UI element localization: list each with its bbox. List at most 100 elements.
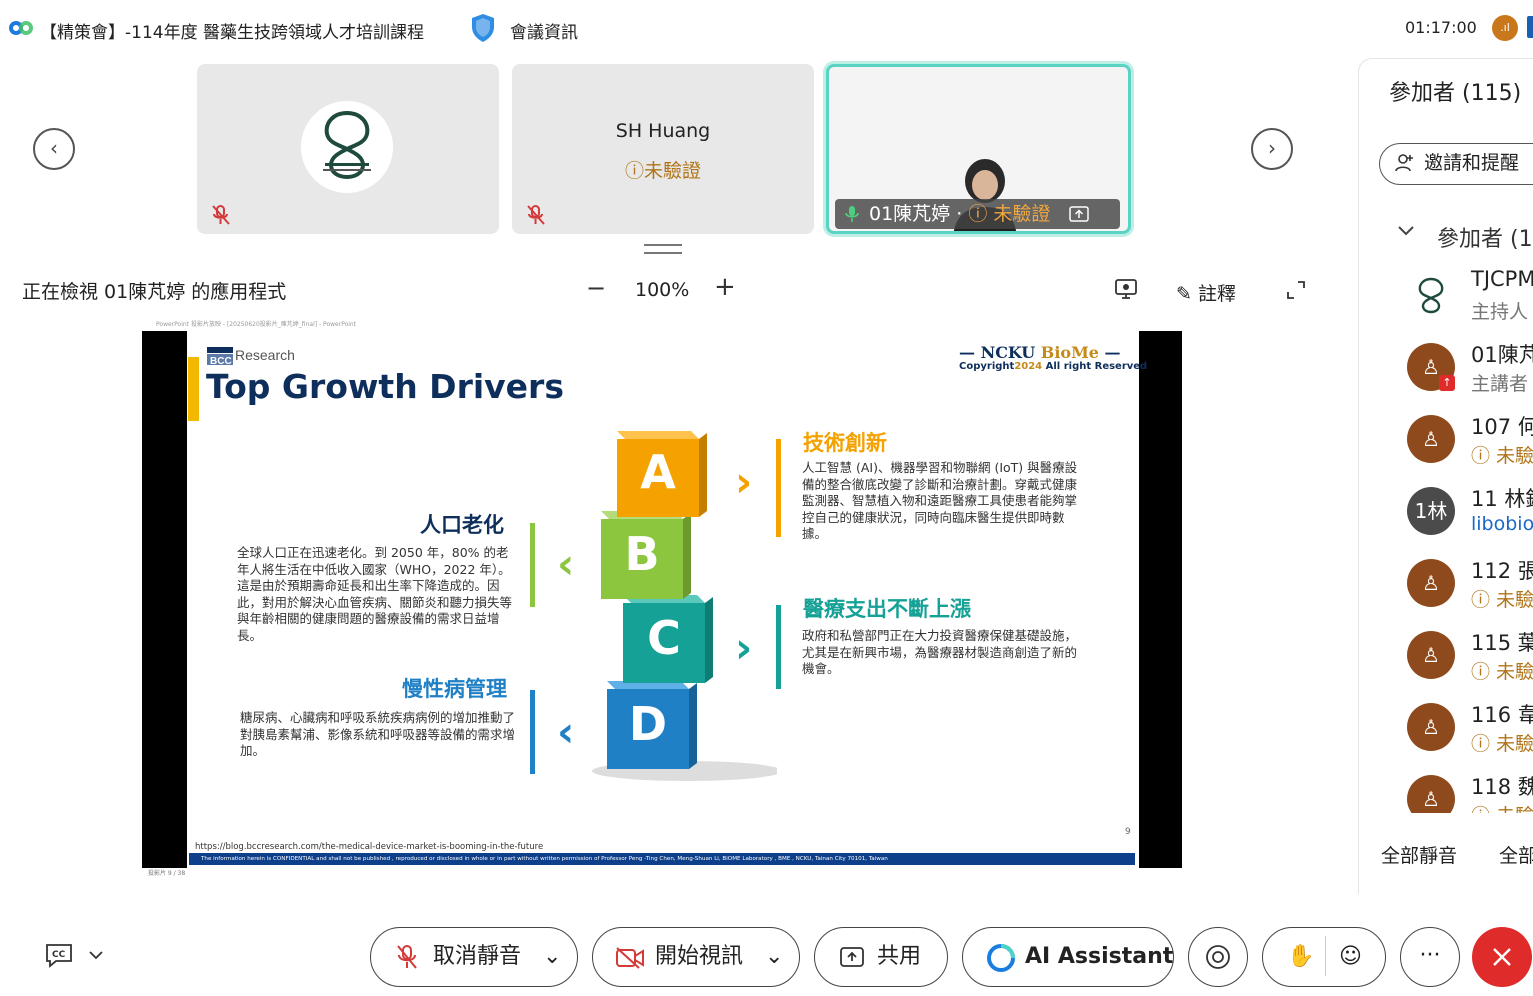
participant-row[interactable]: TJCPM 主持人 [1359,261,1533,331]
chevron-down-icon[interactable]: ⌄ [765,928,783,985]
participant-name: 115 葉 [1471,631,1533,655]
mic-muted-icon [527,205,545,225]
section-bar-c [776,605,781,689]
participant-status: ⓘ 未驗 [1471,733,1533,755]
brand-mark: — NCKU BioMe — [959,343,1121,362]
org-avatar [1407,271,1455,319]
video-tile-host[interactable] [197,64,499,234]
participant-name: 116 韋 [1471,703,1533,727]
annotate-button[interactable]: ✎ 註釋 [1176,279,1236,306]
start-video-button[interactable]: 開始視訊 ⌄ [592,927,800,987]
share-screen-icon [1069,206,1089,222]
section-body-d: 糖尿病、心臟病和呼吸系統疾病病例的增加推動了對胰島素幫浦、影像系統和呼吸器等設備… [240,710,516,758]
unverified-status: ⓘ未驗證 [624,160,702,182]
zoom-out-button[interactable]: − [586,274,606,302]
accent-bar [188,357,199,421]
section-heading-d: 慢性病管理 [402,677,507,701]
section-bar-b [530,523,535,607]
zoom-level[interactable]: 100% [635,279,689,301]
raise-hand-icon[interactable]: ✋ [1287,928,1314,985]
ppt-titlebar: PowerPoint 投影片放映 - [20250620投影片_陳芃婷_fina… [142,319,1182,331]
block-label-a: A [640,445,676,499]
prev-page-button[interactable]: ‹ [33,128,75,170]
network-status-icon[interactable]: .ıl [1492,15,1518,41]
participant-role: 主持人 [1471,301,1529,323]
presenting-icon: ↑ [1439,375,1455,391]
more-options-button[interactable]: ··· [1400,927,1460,987]
participant-row[interactable]: ♙ 118 魏 ⓘ 未驗 [1359,765,1533,813]
fullscreen-icon[interactable] [1286,280,1306,300]
meeting-timer: 01:17:00 [1405,18,1477,37]
share-button[interactable]: 共用 [814,927,948,987]
participant-status: ⓘ 未驗 [1471,589,1533,611]
shared-screen[interactable]: PowerPoint 投影片放映 - [20250620投影片_陳芃婷_fina… [142,319,1182,879]
presentation-slide: BCC Research Top Growth Drivers — NCKU B… [187,331,1147,868]
logo-text: Research [235,347,295,363]
video-off-icon [616,947,644,969]
participant-row[interactable]: ♙ 112 張 ⓘ 未驗 [1359,549,1533,619]
unverified-icon: ⓘ [968,203,988,225]
svg-text:CC: CC [52,950,66,960]
confidential-footer: The information herein is CONFIDENTIAL a… [189,853,1135,865]
invite-remind-button[interactable]: 邀請和提醒 [1379,143,1533,185]
participant-row[interactable]: 1林 11 林銘 libobio [1359,477,1533,547]
reaction-icon[interactable]: ☺ [1339,928,1362,985]
meeting-title: 【精策會】-114年度 醫藥生技跨領域人才培訓課程 [40,23,424,43]
source-url: https://blog.bccresearch.com/the-medical… [195,842,544,852]
section-bar-a [776,439,781,537]
participant-name: 118 魏 [1471,775,1533,799]
shield-icon[interactable] [470,13,496,43]
chevron-down-icon[interactable] [1397,225,1415,237]
window-edge-icon [1527,16,1533,38]
share-icon [840,947,864,967]
webex-logo-icon [9,21,33,35]
org-logo-icon [301,101,393,193]
meeting-info-link[interactable]: 會議資訊 [510,18,578,43]
unmute-all-button[interactable]: 全部 [1499,841,1533,868]
svg-text:BCC: BCC [210,356,232,367]
resize-handle[interactable] [644,244,682,254]
participant-row[interactable]: ♙ 116 韋 ⓘ 未驗 [1359,693,1533,763]
viewing-status: 正在檢視 01陳芃婷 的應用程式 [22,281,287,303]
participant-status: ⓘ 未驗 [1471,801,1533,813]
participants-section-label[interactable]: 參加者 (1 [1437,221,1533,253]
participant-role: 主講者 [1471,373,1529,395]
close-icon [1493,948,1511,966]
participants-panel: 參加者 (115) 邀請和提醒 參加者 (1 TJCPM 主持人 ♙ ↑ 01陳… [1358,58,1533,894]
leave-meeting-button[interactable] [1472,927,1532,987]
participant-row[interactable]: ♙ 115 葉 ⓘ 未驗 [1359,621,1533,691]
participant-row[interactable]: ♙ ↑ 01陳芃 主講者 [1359,333,1533,403]
participant-name: 11 林銘 [1471,487,1533,511]
person-icon: ♙ [1407,415,1455,463]
next-page-button[interactable]: › [1251,128,1293,170]
record-button[interactable] [1188,927,1248,987]
copyright: Copyright2024 All right Reserved [959,361,1148,372]
divider [1325,936,1326,976]
zoom-in-button[interactable]: + [714,272,736,302]
ai-assistant-button[interactable]: AI Assistant [962,927,1174,987]
chevron-down-icon[interactable] [88,950,104,960]
unmute-button[interactable]: 取消靜音 ⌄ [370,927,578,987]
section-heading-a: 技術創新 [803,431,887,455]
speaker-label: 01陳芃婷 · ⓘ 未驗證 [835,199,1120,229]
section-body-b: 全球人口正在迅速老化。到 2050 年，80% 的老年人將生活在中低收入國家（W… [237,545,513,643]
title-bar: 【精策會】-114年度 醫藥生技跨領域人才培訓課程 會議資訊 01:17:00 … [0,0,1533,58]
record-icon [1206,945,1230,969]
person-icon: ♙ [1407,703,1455,751]
chevron-down-icon[interactable]: ⌄ [543,928,561,985]
person-icon: ♙ [1407,775,1455,813]
slide-title: Top Growth Drivers [206,367,564,406]
mute-all-button[interactable]: 全部靜音 [1381,841,1457,868]
pen-icon: ✎ [1176,283,1192,305]
mic-on-icon [845,206,859,222]
participant-row[interactable]: ♙ 107 何 ⓘ 未驗 [1359,405,1533,475]
ppt-statusbar: 投影片 9 / 38 [142,868,1182,879]
video-tile-sh-huang[interactable]: SH Huang ⓘ未驗證 [512,64,814,234]
person-icon: ♙ [1407,559,1455,607]
participant-name: 112 張 [1471,559,1533,583]
video-tile-active-speaker[interactable]: 01陳芃婷 · ⓘ 未驗證 [826,64,1131,234]
closed-caption-icon[interactable]: CC [44,942,74,968]
participant-name: TJCPM [1471,267,1533,291]
mic-muted-icon [212,205,230,225]
view-options-icon[interactable] [1114,278,1138,300]
